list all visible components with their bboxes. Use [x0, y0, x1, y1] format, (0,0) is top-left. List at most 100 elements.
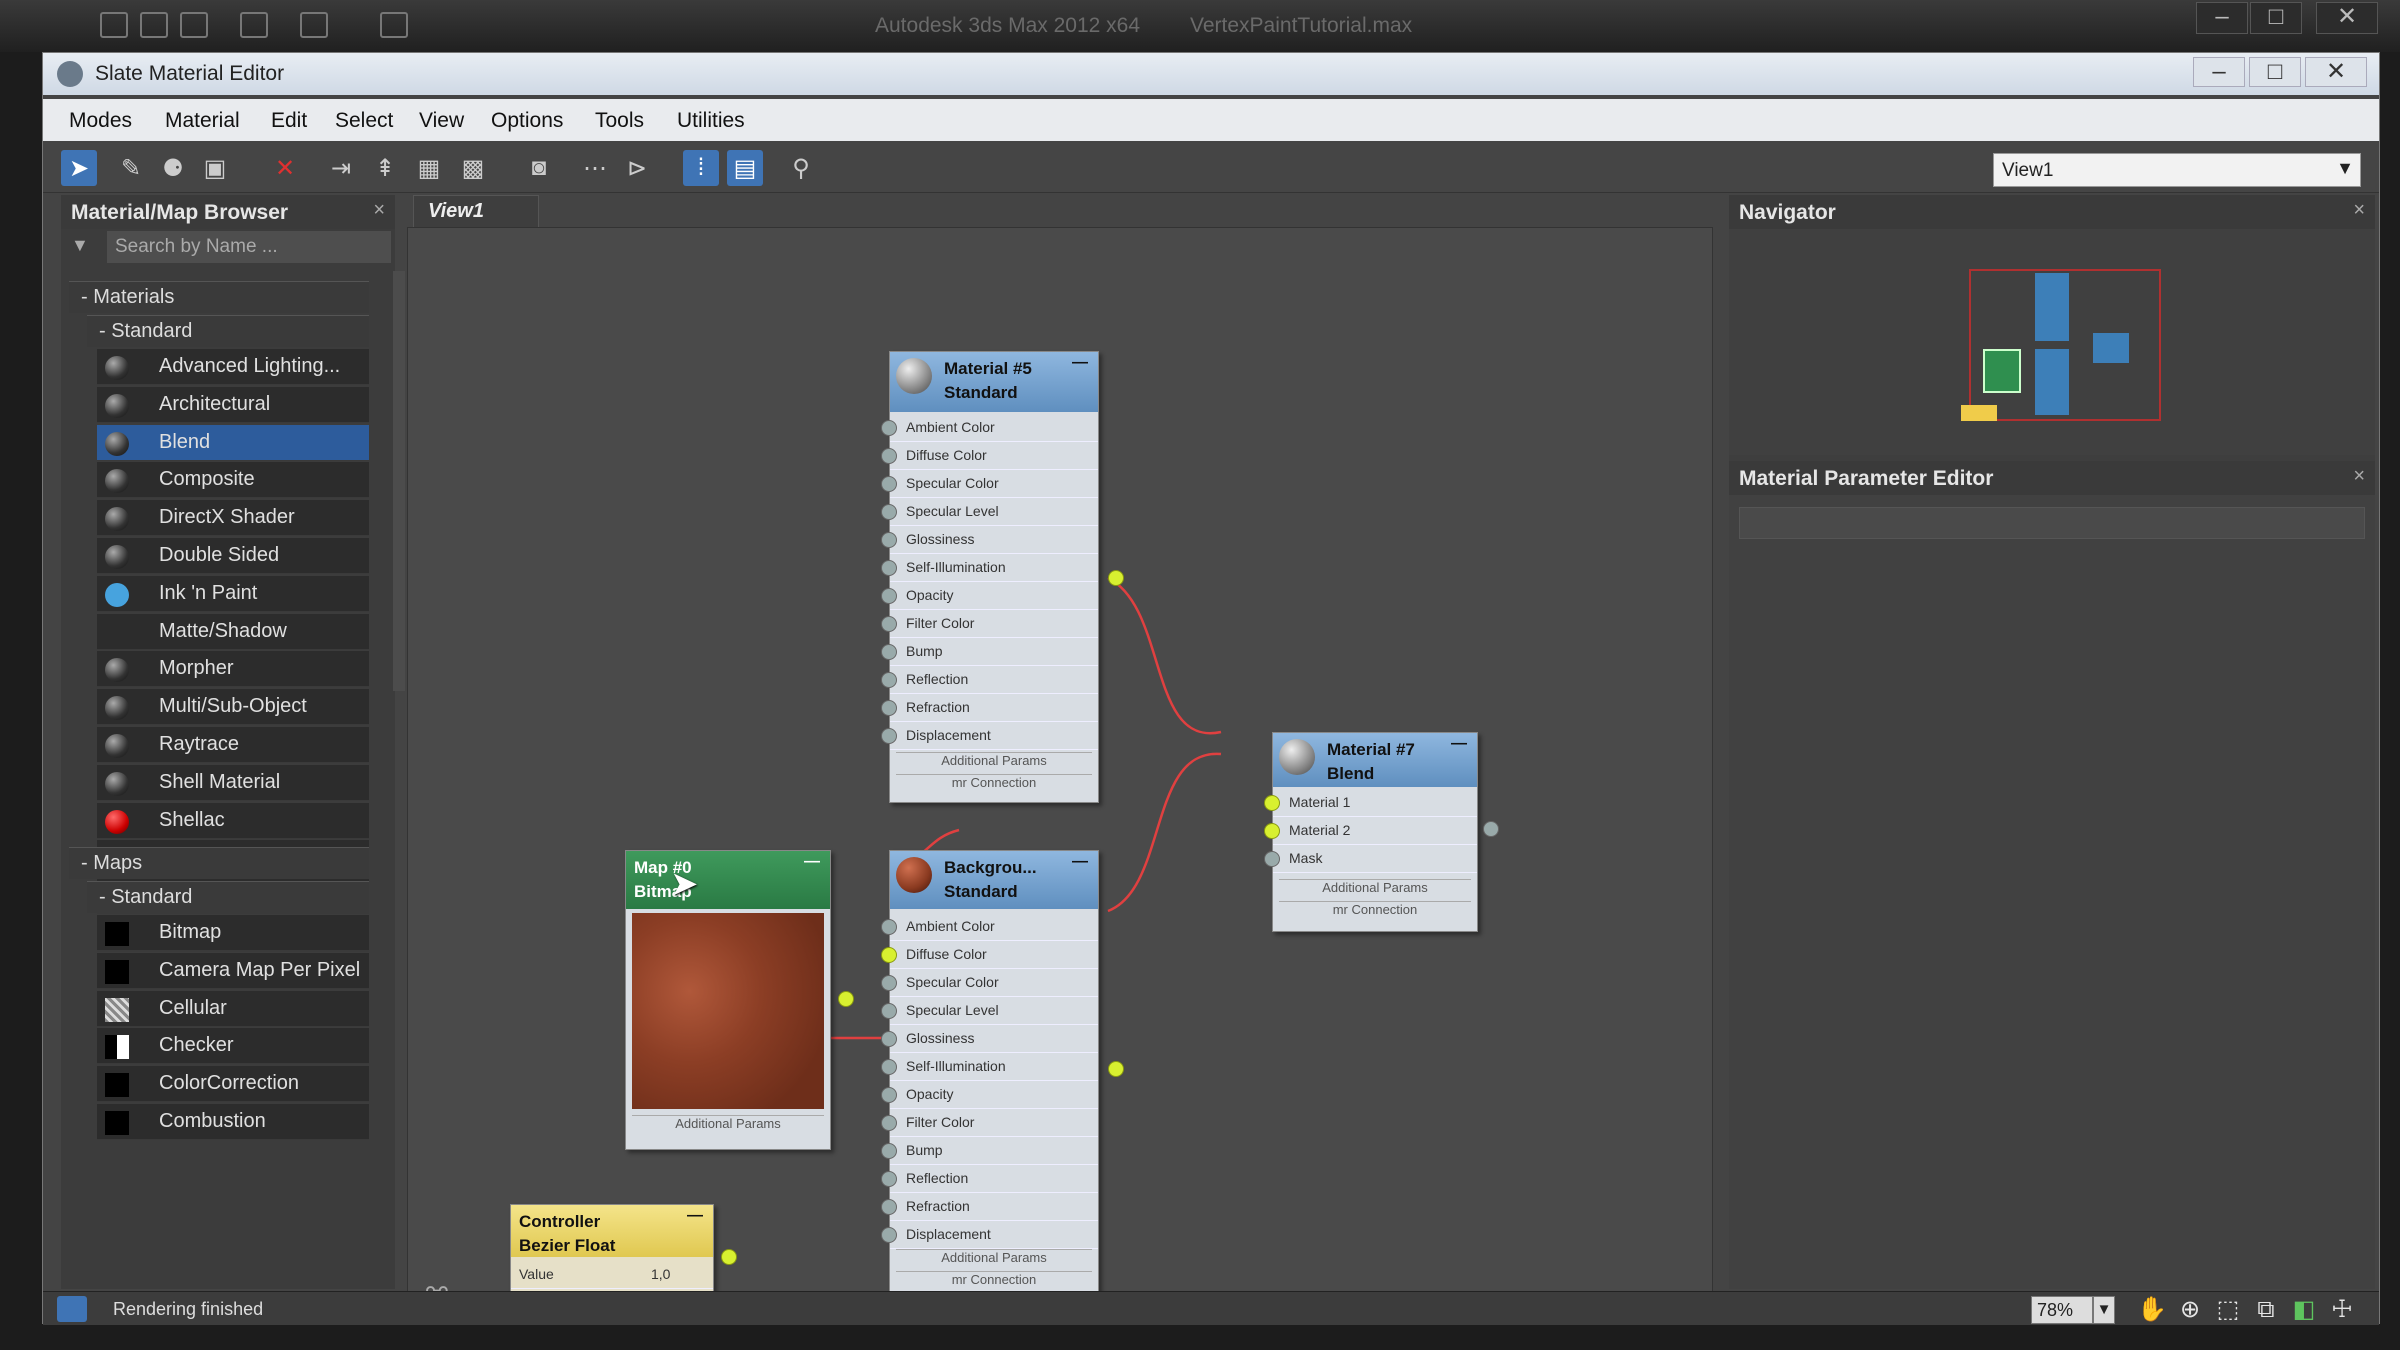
menu-tools[interactable]: Tools: [595, 109, 644, 133]
slot-row[interactable]: Glossiness: [890, 526, 1098, 554]
select-tool-icon[interactable]: ➤: [61, 150, 97, 186]
slot-row[interactable]: Bump: [890, 1137, 1098, 1165]
select-by-material-icon[interactable]: ⚲: [783, 150, 819, 186]
output-socket[interactable]: [721, 1249, 737, 1265]
put-to-scene-icon[interactable]: ⚈: [155, 150, 191, 186]
slot-row[interactable]: Diffuse Color: [890, 442, 1098, 470]
node-background-material[interactable]: Backgrou... Standard — Ambient Color Diffu…: [881, 850, 1124, 1300]
menu-edit[interactable]: Edit: [271, 109, 307, 133]
map-list-item[interactable]: Camera Map Per Pixel: [97, 952, 369, 989]
input-socket[interactable]: [881, 644, 897, 660]
new-icon[interactable]: [100, 12, 128, 38]
node-material-5[interactable]: Material #5 Standard — Ambient Color Diffu…: [881, 351, 1124, 803]
slot-row[interactable]: Bump: [890, 638, 1098, 666]
material-list-item[interactable]: Morpher: [97, 651, 369, 688]
redo-icon[interactable]: [300, 12, 328, 38]
additional-params-rollout[interactable]: Additional Params: [632, 1115, 824, 1135]
slot-row[interactable]: Ambient Color: [890, 414, 1098, 442]
input-socket[interactable]: [881, 1143, 897, 1159]
app-maximize-button[interactable]: □: [2250, 2, 2302, 34]
pan-to-selected-icon[interactable]: ☩: [2327, 1295, 2357, 1325]
input-socket[interactable]: [881, 448, 897, 464]
collapse-icon[interactable]: —: [1072, 853, 1088, 871]
value-field[interactable]: 1,0: [651, 1266, 670, 1282]
pan-hand-icon[interactable]: ✋: [2137, 1295, 2167, 1325]
param-editor-name-field[interactable]: [1739, 507, 2365, 539]
input-socket[interactable]: [881, 975, 897, 991]
map-list-item[interactable]: Bitmap: [97, 915, 369, 951]
input-socket[interactable]: [881, 560, 897, 576]
collapse-icon[interactable]: —: [1072, 354, 1088, 372]
input-socket[interactable]: [881, 1199, 897, 1215]
mr-connection-rollout[interactable]: mr Connection: [1279, 901, 1471, 921]
input-socket[interactable]: [881, 1227, 897, 1243]
map-list-item[interactable]: Checker: [97, 1028, 369, 1065]
map-list-item[interactable]: ColorCorrection: [97, 1066, 369, 1103]
material-list-item[interactable]: Matte/Shadow: [97, 613, 369, 650]
slot-row[interactable]: Reflection: [890, 1165, 1098, 1193]
app-minimize-button[interactable]: –: [2196, 2, 2248, 34]
slot-row[interactable]: Reflection: [890, 666, 1098, 694]
input-socket[interactable]: [881, 1115, 897, 1131]
parameter-editor-toggle-icon[interactable]: ▤: [727, 150, 763, 186]
input-socket[interactable]: [881, 532, 897, 548]
material-list-item[interactable]: Raytrace: [97, 727, 369, 763]
input-socket[interactable]: [881, 1087, 897, 1103]
app-close-button[interactable]: ✕: [2316, 2, 2378, 34]
input-socket-mask[interactable]: [1264, 851, 1280, 867]
slot-row[interactable]: Displacement: [890, 722, 1098, 750]
save-icon[interactable]: [180, 12, 208, 38]
materials-standard-subgroup[interactable]: - Standard: [87, 315, 369, 347]
slot-row[interactable]: Filter Color: [890, 1109, 1098, 1137]
input-socket[interactable]: [881, 919, 897, 935]
slot-row[interactable]: Filter Color: [890, 610, 1098, 638]
node-header[interactable]: Material #7 Blend —: [1273, 733, 1477, 787]
menu-select[interactable]: Select: [335, 109, 393, 133]
maps-standard-subgroup[interactable]: - Standard: [87, 881, 369, 913]
open-icon[interactable]: [140, 12, 168, 38]
material-list-item[interactable]: Multi/Sub-Object: [97, 689, 369, 726]
additional-params-rollout[interactable]: Additional Params: [1279, 879, 1471, 899]
slot-row[interactable]: Displacement: [890, 1221, 1098, 1249]
collapse-icon[interactable]: —: [687, 1207, 703, 1225]
show-map-in-viewport-icon[interactable]: ▦: [411, 150, 447, 186]
layout-all-icon[interactable]: ⋯: [577, 150, 613, 186]
zoom-dropdown-icon[interactable]: ▼: [2093, 1296, 2115, 1324]
maps-group[interactable]: - Maps: [69, 847, 369, 879]
slot-row[interactable]: Refraction: [890, 1193, 1098, 1221]
input-socket[interactable]: [881, 420, 897, 436]
background-icon[interactable]: ▩: [455, 150, 491, 186]
menu-material[interactable]: Material: [165, 109, 240, 133]
additional-params-rollout[interactable]: Additional Params: [896, 752, 1092, 772]
material-list-item[interactable]: Composite: [97, 462, 369, 499]
slot-row[interactable]: Refraction: [890, 694, 1098, 722]
material-list-item[interactable]: Double Sided: [97, 538, 369, 574]
search-options-icon[interactable]: ▼: [71, 235, 89, 256]
move-children-icon[interactable]: ⇥: [323, 150, 359, 186]
collapse-icon[interactable]: —: [804, 853, 820, 871]
map-list-item[interactable]: Cellular: [97, 990, 369, 1027]
material-list-item[interactable]: Architectural: [97, 386, 369, 423]
input-socket[interactable]: [881, 1059, 897, 1075]
slot-row[interactable]: Ambient Color: [890, 913, 1098, 941]
collapse-icon[interactable]: —: [1451, 735, 1467, 753]
input-socket[interactable]: [881, 672, 897, 688]
mr-connection-rollout[interactable]: mr Connection: [896, 774, 1092, 794]
show-end-result-icon[interactable]: ◙: [521, 150, 557, 186]
material-list-item[interactable]: Shell Material: [97, 764, 369, 801]
slot-row[interactable]: Specular Level: [890, 997, 1098, 1025]
input-socket[interactable]: [881, 588, 897, 604]
material-list-item[interactable]: DirectX Shader: [97, 500, 369, 537]
output-socket[interactable]: [838, 991, 854, 1007]
output-socket[interactable]: [1108, 1061, 1124, 1077]
node-header[interactable]: Material #5 Standard —: [890, 352, 1098, 412]
map-list-item[interactable]: Combustion: [97, 1104, 369, 1140]
close-icon[interactable]: ×: [2353, 465, 2365, 488]
menu-view[interactable]: View: [419, 109, 464, 133]
tab-view1[interactable]: View1: [413, 195, 539, 227]
menu-options[interactable]: Options: [491, 109, 563, 133]
slot-row[interactable]: Opacity: [890, 582, 1098, 610]
node-header[interactable]: Map #0 Bitmap —: [626, 851, 830, 909]
zoom-extents-selected-icon[interactable]: ◧: [2289, 1295, 2319, 1325]
browser-scrollbar[interactable]: [393, 271, 405, 691]
